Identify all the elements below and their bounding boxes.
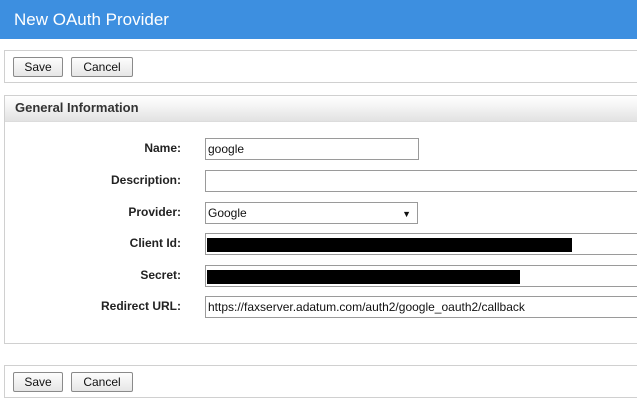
provider-selected-value: Google — [208, 206, 247, 220]
bottom-button-bar: Save Cancel — [4, 365, 637, 398]
client-id-field[interactable] — [205, 233, 637, 255]
client-id-label: Client Id: — [129, 236, 181, 250]
redirect-url-label: Redirect URL: — [100, 299, 181, 313]
cancel-button-bottom[interactable]: Cancel — [71, 372, 133, 392]
top-button-bar: Save Cancel — [4, 50, 637, 83]
redacted-secret — [207, 270, 520, 284]
cancel-button-top[interactable]: Cancel — [71, 57, 133, 77]
redirect-url-field[interactable]: https://faxserver.adatum.com/auth2/googl… — [205, 296, 637, 318]
description-label: Description: — [110, 173, 181, 187]
provider-select[interactable]: Google ▼ — [205, 202, 418, 224]
secret-field[interactable] — [205, 265, 637, 287]
window-title: New OAuth Provider — [0, 0, 637, 39]
general-information-section: General Information Name: google Descrip… — [4, 95, 637, 344]
section-title: General Information — [5, 96, 637, 122]
save-button-top[interactable]: Save — [13, 57, 63, 77]
dropdown-arrow-icon: ▼ — [402, 209, 411, 219]
name-field[interactable]: google — [205, 138, 419, 160]
redacted-client-id — [207, 238, 572, 252]
name-label: Name: — [144, 141, 181, 155]
provider-label: Provider: — [128, 205, 181, 219]
secret-label: Secret: — [140, 268, 181, 282]
save-button-bottom[interactable]: Save — [13, 372, 63, 392]
description-field[interactable] — [205, 170, 637, 192]
